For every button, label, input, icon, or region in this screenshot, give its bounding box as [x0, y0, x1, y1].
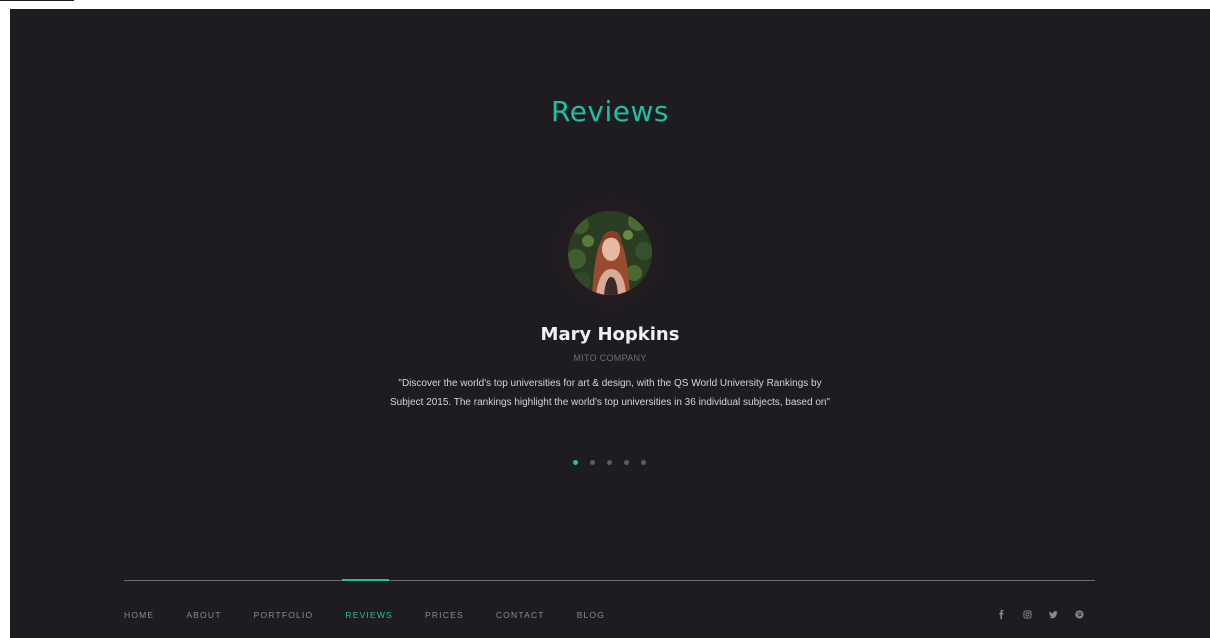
slider-dot-2[interactable] — [590, 460, 595, 465]
reviewer-avatar-photo — [568, 211, 652, 295]
nav-item-portfolio[interactable]: PORTFOLIO — [254, 610, 314, 620]
facebook-icon[interactable] — [995, 608, 1007, 620]
footer-active-indicator — [342, 579, 389, 581]
slider-dot-5[interactable] — [641, 460, 646, 465]
reviewer-name: Mary Hopkins — [540, 324, 680, 345]
nav-item-blog[interactable]: BLOG — [577, 610, 605, 620]
slider-dot-3[interactable] — [607, 460, 612, 465]
footer-divider — [124, 580, 1095, 581]
nav-item-home[interactable]: HOME — [124, 610, 154, 620]
reviews-section: Reviews Mary Hopkins MITO COMPANY "Disco… — [10, 9, 1210, 638]
reviewer-company: MITO COMPANY — [573, 353, 647, 363]
slider-dot-1[interactable] — [573, 460, 578, 465]
nav-item-reviews[interactable]: REVIEWS — [345, 610, 393, 620]
slider-dot-4[interactable] — [624, 460, 629, 465]
footer-nav: HOME ABOUT PORTFOLIO REVIEWS PRICES CONT… — [124, 609, 637, 621]
social-links — [995, 607, 1085, 621]
twitter-icon[interactable] — [1047, 608, 1059, 620]
section-title: Reviews — [551, 95, 669, 128]
review-text: "Discover the world's top universities f… — [390, 378, 830, 408]
pinterest-icon[interactable] — [1073, 608, 1085, 620]
reviewer-avatar — [568, 211, 652, 295]
slider-pagination — [573, 460, 646, 466]
nav-item-prices[interactable]: PRICES — [425, 610, 464, 620]
nav-item-contact[interactable]: CONTACT — [496, 610, 545, 620]
nav-item-about[interactable]: ABOUT — [186, 610, 221, 620]
instagram-icon[interactable] — [1021, 608, 1033, 620]
top-edge-line — [0, 0, 74, 1]
